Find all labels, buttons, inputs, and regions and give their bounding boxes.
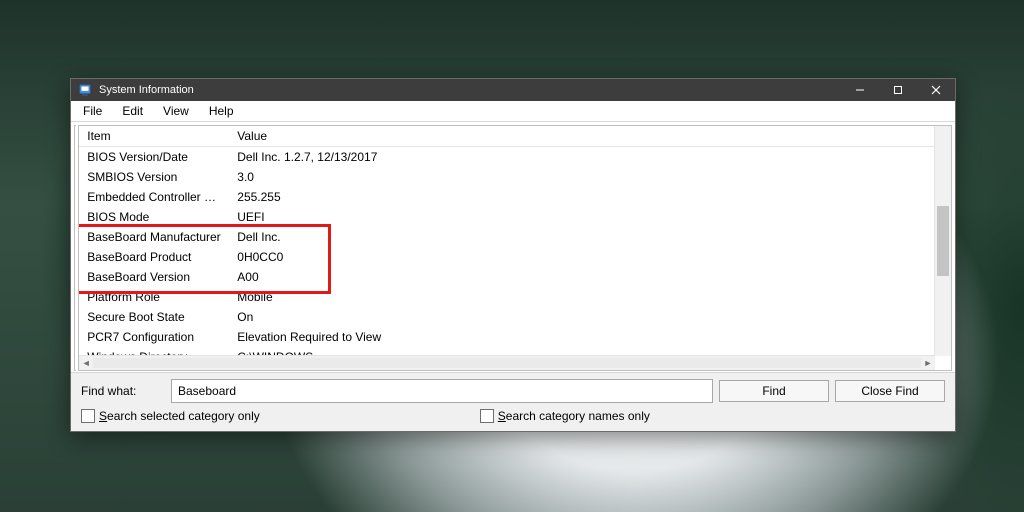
- scroll-right-icon[interactable]: ►: [921, 358, 935, 368]
- table-row[interactable]: BaseBoard VersionA00: [79, 267, 951, 287]
- horizontal-scrollbar[interactable]: ◄ ►: [79, 355, 935, 370]
- checkbox-label: Search selected category only: [99, 409, 260, 423]
- checkbox-label: Search category names only: [498, 409, 650, 423]
- find-bar: Find what: Find Close Find Search select…: [71, 372, 955, 431]
- vertical-scrollbar[interactable]: [934, 126, 951, 356]
- menubar: File Edit View Help: [71, 101, 955, 122]
- maximize-button[interactable]: [879, 79, 917, 101]
- details-pane: Item Value BIOS Version/DateDell Inc. 1.…: [78, 125, 952, 371]
- cell-value: Dell Inc.: [229, 227, 951, 247]
- cell-item: BIOS Mode: [79, 207, 229, 227]
- find-button[interactable]: Find: [719, 380, 829, 402]
- cell-item: PCR7 Configuration: [79, 327, 229, 347]
- cell-item: BaseBoard Manufacturer: [79, 227, 229, 247]
- table-row[interactable]: BIOS ModeUEFI: [79, 207, 951, 227]
- cell-value: Dell Inc. 1.2.7, 12/13/2017: [229, 147, 951, 168]
- cell-value: 0H0CC0: [229, 247, 951, 267]
- cell-value: UEFI: [229, 207, 951, 227]
- cell-value: Elevation Required to View: [229, 327, 951, 347]
- cell-item: BIOS Version/Date: [79, 147, 229, 168]
- table-row[interactable]: Platform RoleMobile: [79, 287, 951, 307]
- desktop-background: System Information File Edit View Help S: [0, 0, 1024, 512]
- checkbox-icon: [480, 409, 494, 423]
- table-row[interactable]: BIOS Version/DateDell Inc. 1.2.7, 12/13/…: [79, 147, 951, 168]
- cell-item: Embedded Controller Version: [79, 187, 229, 207]
- find-what-label: Find what:: [81, 384, 165, 398]
- table-row[interactable]: BaseBoard Product0H0CC0: [79, 247, 951, 267]
- cell-item: SMBIOS Version: [79, 167, 229, 187]
- menu-help[interactable]: Help: [199, 101, 244, 121]
- table-row[interactable]: SMBIOS Version3.0: [79, 167, 951, 187]
- tree-node-hardware-resources[interactable]: ⊞ Hardware Resources: [75, 147, 76, 164]
- checkbox-icon: [81, 409, 95, 423]
- content-area: System Summary ⊞ Hardware Resources ⊞ Co…: [71, 122, 955, 372]
- titlebar[interactable]: System Information: [71, 79, 955, 101]
- details-table: Item Value BIOS Version/DateDell Inc. 1.…: [79, 126, 951, 370]
- close-find-button[interactable]: Close Find: [835, 380, 945, 402]
- cell-item: Platform Role: [79, 287, 229, 307]
- cell-item: Secure Boot State: [79, 307, 229, 327]
- tree-node-components[interactable]: ⊞ Components: [75, 164, 76, 181]
- cell-value: Mobile: [229, 287, 951, 307]
- column-header-value[interactable]: Value: [229, 126, 951, 147]
- cell-item: BaseBoard Version: [79, 267, 229, 287]
- tree-node-system-summary[interactable]: System Summary: [75, 130, 76, 147]
- table-row[interactable]: BaseBoard ManufacturerDell Inc.: [79, 227, 951, 247]
- table-row[interactable]: PCR7 ConfigurationElevation Required to …: [79, 327, 951, 347]
- table-row[interactable]: Secure Boot StateOn: [79, 307, 951, 327]
- menu-view[interactable]: View: [153, 101, 199, 121]
- cell-value: 255.255: [229, 187, 951, 207]
- tree-node-software-environment[interactable]: ⊞ Software Environment: [75, 181, 76, 198]
- cell-value: On: [229, 307, 951, 327]
- app-icon: [77, 82, 93, 98]
- system-information-window: System Information File Edit View Help S: [70, 78, 956, 432]
- cell-item: BaseBoard Product: [79, 247, 229, 267]
- table-row[interactable]: Embedded Controller Version255.255: [79, 187, 951, 207]
- column-header-item[interactable]: Item: [79, 126, 229, 147]
- menu-edit[interactable]: Edit: [112, 101, 153, 121]
- category-tree[interactable]: System Summary ⊞ Hardware Resources ⊞ Co…: [74, 125, 76, 371]
- find-what-input[interactable]: [171, 379, 713, 403]
- close-button[interactable]: [917, 79, 955, 101]
- search-selected-category-checkbox[interactable]: Search selected category only: [81, 409, 260, 423]
- scroll-left-icon[interactable]: ◄: [79, 358, 93, 368]
- menu-file[interactable]: File: [73, 101, 112, 121]
- search-category-names-checkbox[interactable]: Search category names only: [480, 409, 650, 423]
- cell-value: A00: [229, 267, 951, 287]
- minimize-button[interactable]: [841, 79, 879, 101]
- window-title: System Information: [99, 84, 194, 96]
- scrollbar-thumb[interactable]: [937, 206, 949, 276]
- cell-value: 3.0: [229, 167, 951, 187]
